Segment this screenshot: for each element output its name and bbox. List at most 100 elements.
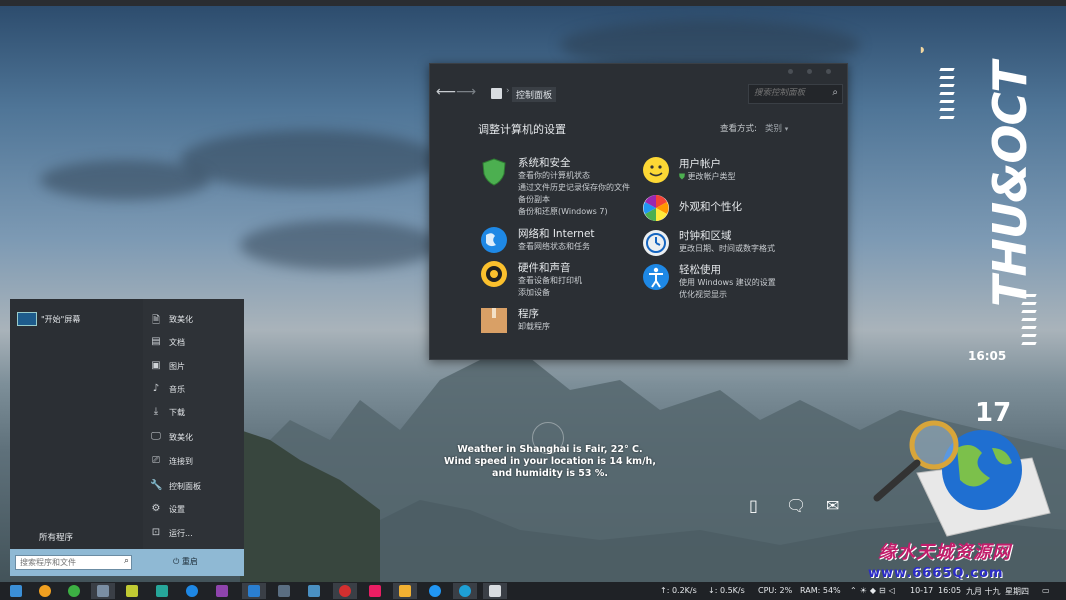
start-item-label: 致美化 [169,315,193,324]
phone-icon[interactable]: ▯ [749,496,758,515]
tray-arrow-icon[interactable]: ⌃ [850,586,860,595]
category-link[interactable]: ⛊ 更改帐户类型 [679,171,819,183]
category-title[interactable]: 轻松使用 [679,262,829,277]
start-item-music[interactable]: ♪ 音乐 [143,383,243,397]
taskbar-app-photos[interactable] [150,583,174,599]
taskbar-app-wechat[interactable] [62,583,86,599]
link-text: 更改帐户类型 [687,172,736,181]
start-search-field[interactable]: ⌕ [15,555,132,570]
breadcrumb[interactable]: 控制面板 [512,87,557,102]
taskbar-app-browser2[interactable] [453,583,477,599]
chevron-down-icon: ▾ [784,125,789,133]
watermark-url: www.6665Q.com [868,566,1004,581]
search-input[interactable] [754,88,826,98]
control-panel-window: ⟵ ⟶ › 控制面板 ⌕ 调整计算机的设置 查看方式: 类别 ▾ 系统和安全 查… [429,63,848,360]
xiu-icon [369,585,381,597]
start-item-computer[interactable]: 🖵 致美化 [143,431,243,445]
forward-button[interactable]: ⟶ [456,84,476,100]
start-screen-item[interactable]: "开始"屏幕 [41,314,80,325]
start-item-label: 控制面板 [169,482,201,491]
start-item-documents[interactable]: ▤ 文档 [143,336,243,350]
tray-date[interactable]: 10-17 [910,586,933,595]
restart-button[interactable]: ⏻ 重启 [173,556,198,567]
tray-weekday[interactable]: 星期四 [1005,586,1029,597]
category-link[interactable]: 查看设备和打印机 [518,275,658,287]
category-link[interactable]: 查看网络状态和任务 [518,241,658,253]
stripe [1021,294,1037,297]
taskbar-app-folder[interactable] [393,583,417,599]
box-icon [481,308,507,333]
category-link[interactable]: 更改日期、时间或数字格式 [679,243,819,255]
moon-icon: ◗ [920,45,925,54]
taskbar-app-settings[interactable] [33,583,57,599]
start-item-run[interactable]: ⊡ 运行... [143,527,243,541]
close-button[interactable] [826,69,831,74]
folder-icon [399,585,411,597]
notification-icon[interactable]: ▭ [1042,586,1050,595]
view-by-dropdown[interactable]: 类别 ▾ [765,122,788,134]
category-link[interactable]: 通过文件历史记录保存你的文件 [518,182,658,194]
start-search-input[interactable] [20,556,115,569]
mail-icon[interactable]: ✉ [826,496,839,515]
search-icon[interactable]: ⌕ [832,87,838,98]
start-menu-footer: ⌕ ⏻ 重启 [10,549,244,576]
taskbar-app-xiu[interactable] [363,583,387,599]
tray-time[interactable]: 16:05 [938,586,961,595]
taskbar-app-player[interactable] [210,583,234,599]
category-link[interactable]: 卸载程序 [518,321,658,333]
category-link[interactable]: 使用 Windows 建议的设置 [679,277,829,289]
category-link[interactable]: 查看你的计算机状态 [518,170,658,182]
start-item-connect[interactable]: ⎚ 连接到 [143,455,243,469]
category-link[interactable]: 备份和还原(Windows 7) [518,206,658,218]
chat-icon[interactable]: 🗨 [786,496,806,515]
start-item-settings[interactable]: ⚙ 设置 [143,503,243,517]
connect-icon: ⎚ [152,455,160,466]
tray-app-icon[interactable]: ☀ [860,586,870,595]
speaker-icon [481,261,507,287]
stripe [939,108,955,111]
start-item-downloads[interactable]: ⤓ 下载 [143,406,243,420]
accessibility-icon [643,264,669,290]
maximize-button[interactable] [807,69,812,74]
drop-icon[interactable]: ◆ [870,586,879,595]
category-title[interactable]: 时钟和区域 [679,228,819,243]
taskbar-app-editor[interactable] [91,583,115,599]
search-field[interactable]: ⌕ [748,84,843,104]
category-link[interactable]: 优化视觉显示 [679,289,829,301]
start-item-user[interactable]: 🗎 致美化 [143,313,243,327]
category-title[interactable]: 程序 [518,306,658,321]
cpu-usage: CPU: 2% [758,586,793,595]
back-button[interactable]: ⟵ [436,84,456,100]
category-title[interactable]: 外观和个性化 [679,199,819,214]
start-item-pictures[interactable]: ▣ 图片 [143,360,243,374]
category-title[interactable]: 网络和 Internet [518,226,658,241]
date-widget: THU&OCT [983,62,1037,307]
volume-icon[interactable]: ◁ [889,586,898,595]
taskbar-app-controlpanel[interactable] [483,583,507,599]
start-button[interactable] [4,583,28,599]
category-link[interactable]: 添加设备 [518,287,658,299]
taskbar-app-qq[interactable] [423,583,447,599]
stripe [1021,302,1037,305]
category-title[interactable]: 硬件和声音 [518,260,658,275]
taskbar-app-notes[interactable] [120,583,144,599]
category-link[interactable]: 备份副本 [518,194,658,206]
taskbar-app-mail[interactable] [272,583,296,599]
weather-line: and humidity is 53 %. [492,468,608,479]
tray-lunar[interactable]: 九月 十九 [966,586,1001,597]
view-by-value: 类别 [765,124,783,134]
tray-icons[interactable]: ⌃☀◆⊟◁ [850,586,898,595]
all-programs-button[interactable]: 所有程序 [39,531,73,543]
network-icon[interactable]: ⊟ [879,586,889,595]
taskbar-app-share[interactable] [302,583,326,599]
start-item-control-panel[interactable]: 🔧 控制面板 [143,480,243,494]
minimize-button[interactable] [788,69,793,74]
search-icon[interactable]: ⌕ [124,556,129,566]
taskbar-app-save[interactable] [242,583,266,599]
category-title[interactable]: 系统和安全 [518,155,658,170]
stripe [1021,326,1037,329]
taskbar-app-record[interactable] [333,583,357,599]
category-title[interactable]: 用户帐户 [679,156,819,171]
taskbar-app-browser[interactable] [180,583,204,599]
wrench-icon: 🔧 [150,480,163,491]
